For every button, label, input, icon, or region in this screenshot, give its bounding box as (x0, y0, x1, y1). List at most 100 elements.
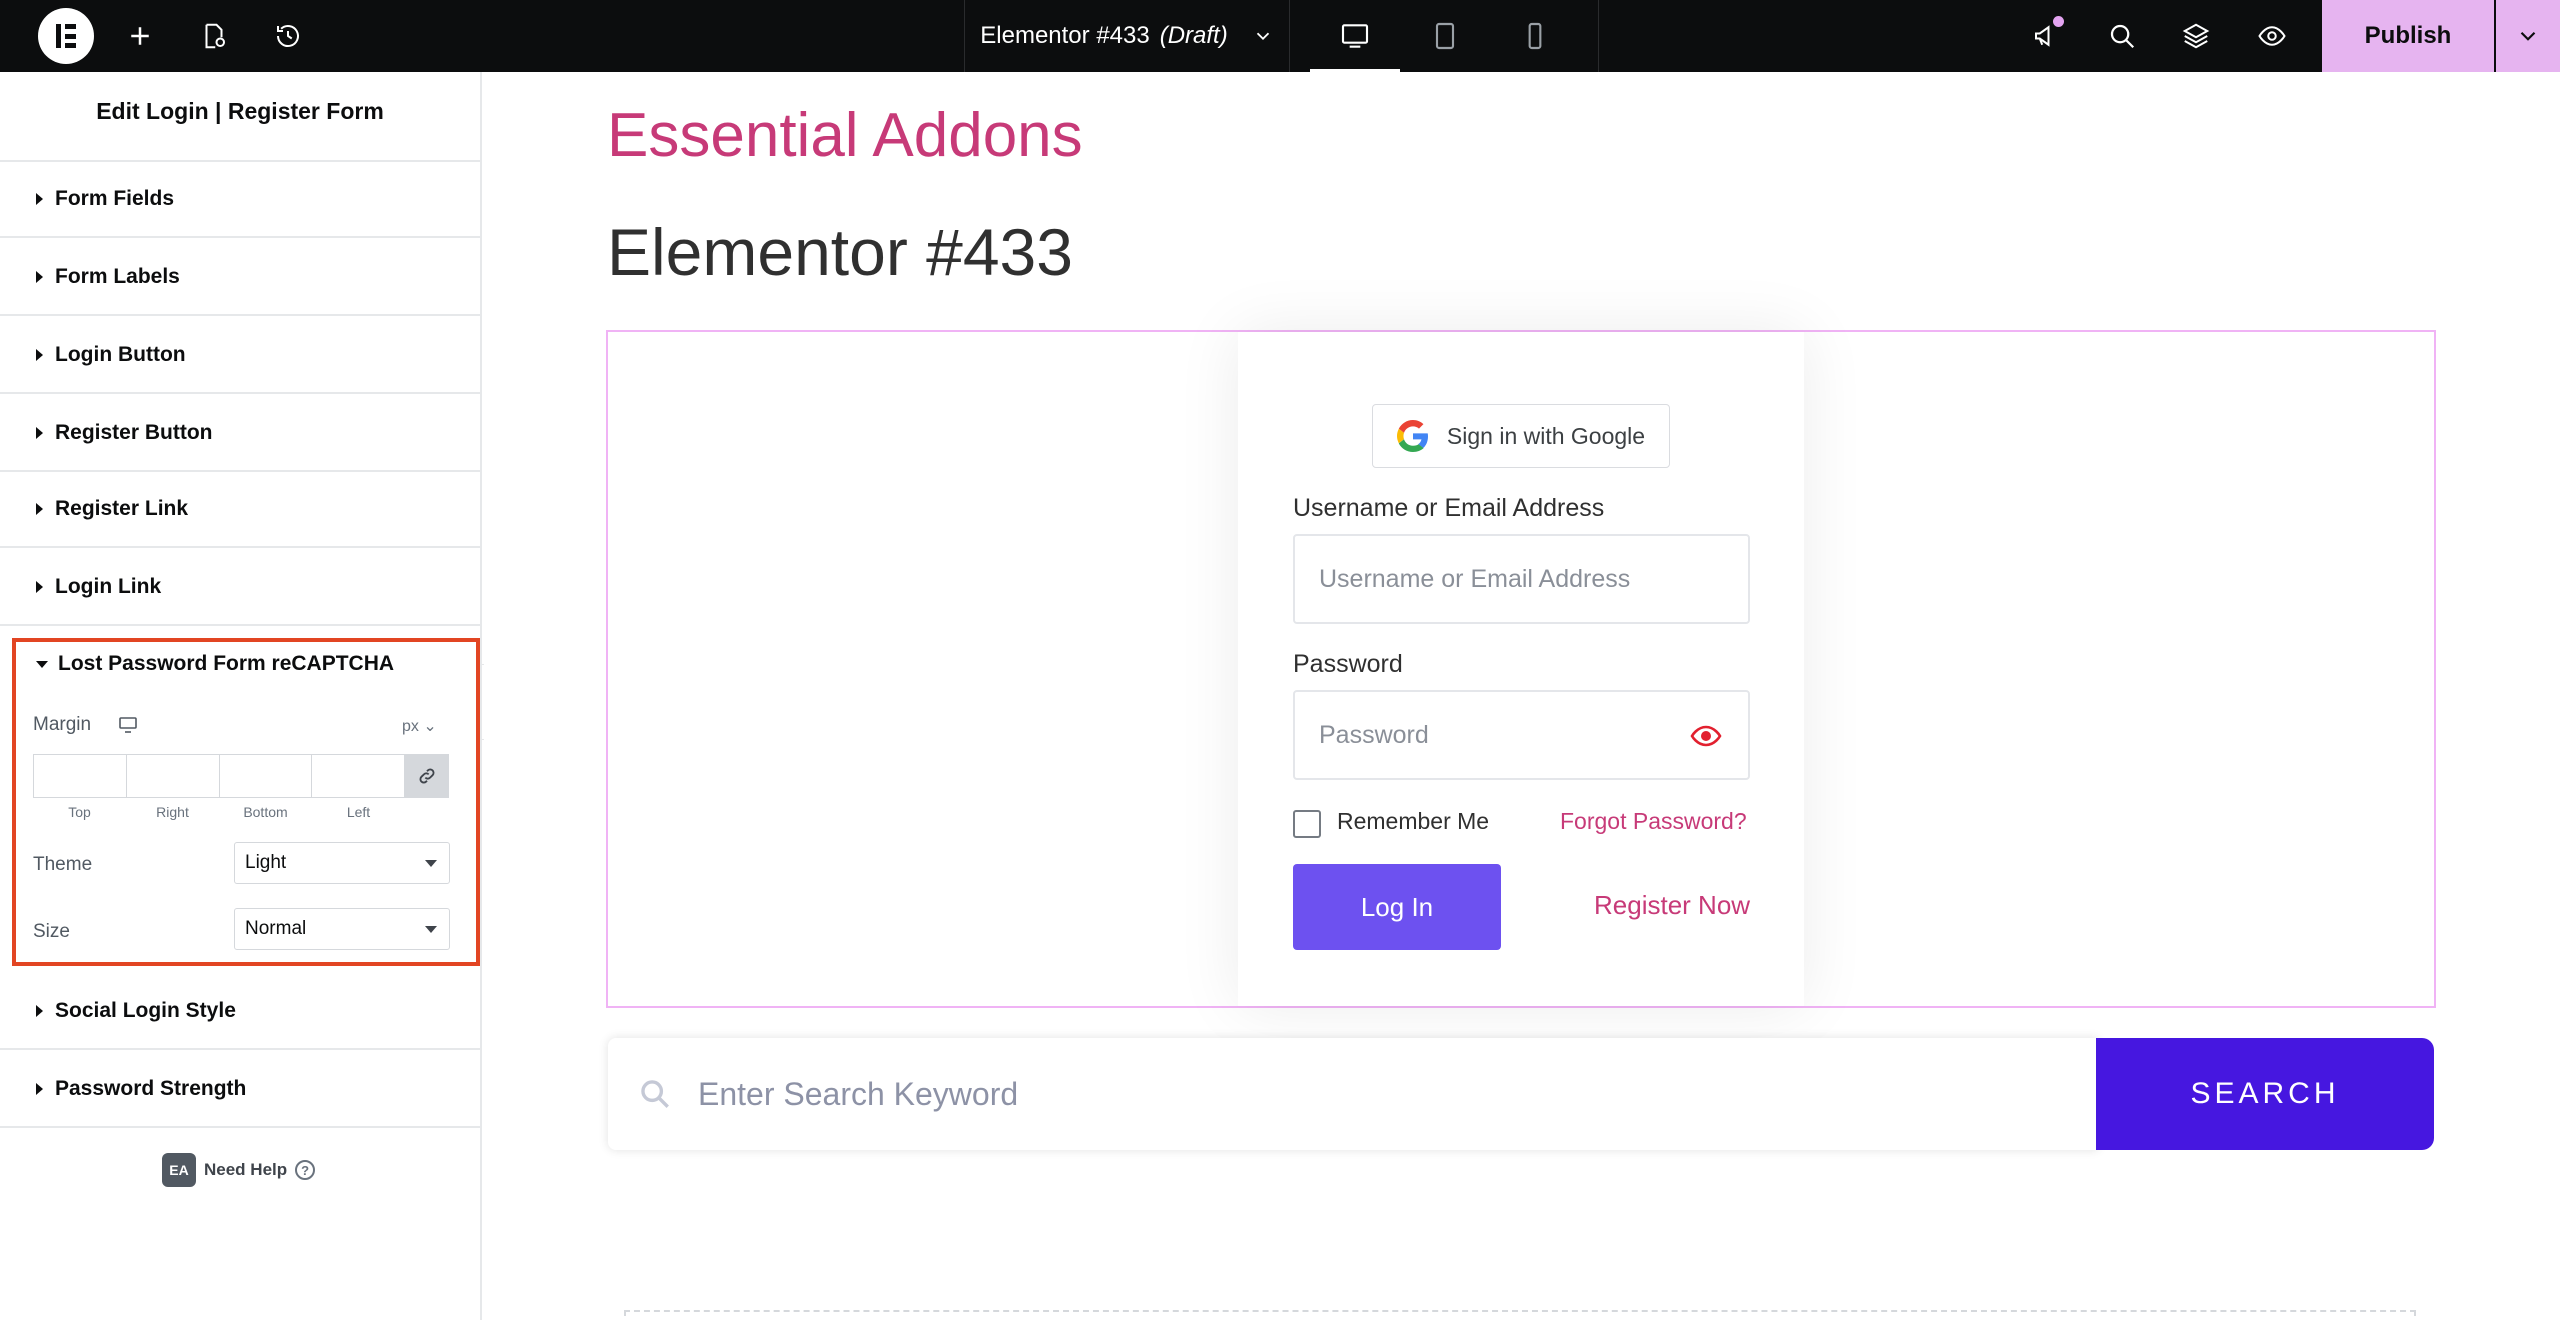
google-signin-label: Sign in with Google (1446, 422, 1646, 449)
register-now-link[interactable]: Register Now (1594, 890, 1750, 921)
password-placeholder: Password (1319, 720, 1429, 749)
password-label: Password (1293, 650, 1403, 678)
dim-label-top: Top (68, 804, 91, 820)
margin-label: Margin (33, 714, 92, 735)
need-help-label: Need Help (204, 1160, 288, 1179)
mobile-view-icon[interactable] (1490, 0, 1580, 72)
editor-panel: Edit Login | Register Form Form Fields F… (0, 72, 482, 1320)
desktop-view-icon[interactable] (1310, 0, 1400, 72)
publish-button[interactable]: Publish (2322, 0, 2494, 72)
forgot-password-link[interactable]: Forgot Password? (1560, 808, 1747, 835)
section-form-fields[interactable]: Form Fields (0, 162, 480, 238)
notifications-icon[interactable] (2028, 16, 2064, 54)
site-title[interactable]: Essential Addons (607, 100, 1083, 171)
caret-right-icon (36, 193, 43, 205)
margin-left-input[interactable] (312, 755, 404, 797)
section-header[interactable]: Lost Password Form reCAPTCHA (16, 642, 394, 686)
elementor-logo-icon[interactable] (38, 8, 94, 64)
size-select[interactable]: Normal (234, 908, 450, 950)
publish-options-button[interactable] (2496, 0, 2560, 72)
section-social-login-style[interactable]: Social Login Style (0, 974, 480, 1050)
section-register-link[interactable]: Register Link (0, 472, 480, 548)
section-label: Form Fields (55, 187, 175, 210)
document-status: (Draft) (1159, 22, 1228, 49)
section-label: Login Link (55, 575, 162, 598)
password-input[interactable]: Password (1293, 690, 1750, 780)
unit-selector[interactable]: px ⌄ (402, 716, 437, 736)
section-label: Social Login Style (55, 999, 236, 1022)
theme-select[interactable]: Light (234, 842, 450, 884)
section-label: Form Labels (55, 265, 180, 288)
responsive-desktop-icon[interactable] (118, 716, 138, 734)
top-bar: Elementor #433 (Draft) Publish (0, 0, 2560, 72)
need-help-link[interactable]: EA Need Help ? (162, 1152, 316, 1188)
search-button[interactable]: SEARCH (2096, 1038, 2434, 1150)
page-settings-icon[interactable] (196, 18, 232, 54)
panel-title: Edit Login | Register Form (96, 97, 384, 124)
section-register-button[interactable]: Register Button (0, 396, 480, 472)
divider (1598, 0, 1599, 72)
login-button[interactable]: Log In (1293, 864, 1501, 950)
chevron-down-icon (2520, 31, 2536, 41)
size-value: Normal (245, 918, 307, 939)
username-input[interactable]: Username or Email Address (1293, 534, 1750, 624)
caret-right-icon (36, 427, 43, 439)
margin-top-input[interactable] (34, 755, 127, 797)
margin-inputs (33, 754, 405, 798)
history-icon[interactable] (270, 18, 306, 54)
link-icon (419, 768, 435, 784)
caret-right-icon (36, 1005, 43, 1017)
add-element-icon[interactable] (122, 18, 158, 54)
link-values-button[interactable] (405, 754, 449, 798)
section-label: Password Strength (55, 1077, 247, 1100)
unit-value: px (402, 718, 419, 735)
caret-right-icon (36, 581, 43, 593)
caret-right-icon (36, 271, 43, 283)
essential-addons-logo-icon: EA (162, 1153, 196, 1187)
add-section-dropzone[interactable] (624, 1310, 2416, 1320)
tablet-view-icon[interactable] (1400, 0, 1490, 72)
caret-right-icon (36, 349, 43, 361)
username-label: Username or Email Address (1293, 494, 1605, 522)
search-input[interactable]: Enter Search Keyword (608, 1038, 2098, 1150)
search-icon[interactable] (2104, 18, 2140, 54)
section-lost-password-recaptcha: Lost Password Form reCAPTCHA Margin px ⌄… (12, 638, 480, 966)
margin-right-input[interactable] (127, 755, 220, 797)
document-name: Elementor #433 (980, 22, 1150, 49)
section-label: Register Link (55, 497, 189, 520)
section-login-link[interactable]: Login Link (0, 550, 480, 626)
search-widget: Enter Search Keyword SEARCH (608, 1038, 2434, 1150)
username-placeholder: Username or Email Address (1319, 564, 1631, 593)
section-label: Login Button (55, 343, 186, 366)
notification-dot (2053, 16, 2064, 27)
show-password-eye-icon[interactable] (1690, 724, 1722, 748)
dropdown-arrow-icon (425, 926, 437, 933)
theme-value: Light (245, 852, 287, 873)
document-title[interactable]: Elementor #433 (Draft) (964, 0, 1290, 72)
preview-eye-icon[interactable] (2254, 18, 2290, 54)
page-title: Elementor #433 (607, 215, 1073, 289)
google-signin-button[interactable]: Sign in with Google (1372, 404, 1670, 468)
margin-bottom-input[interactable] (220, 755, 313, 797)
search-placeholder: Enter Search Keyword (698, 1075, 1019, 1112)
search-icon (641, 1080, 669, 1108)
section-label: Lost Password Form reCAPTCHA (58, 652, 395, 675)
structure-layers-icon[interactable] (2178, 18, 2214, 54)
remember-me-label: Remember Me (1337, 808, 1490, 834)
dropdown-arrow-icon (425, 860, 437, 867)
caret-right-icon (36, 1083, 43, 1095)
section-login-button[interactable]: Login Button (0, 318, 480, 394)
remember-me-checkbox[interactable] (1293, 810, 1321, 838)
dim-label-bottom: Bottom (243, 804, 288, 820)
section-form-labels[interactable]: Form Labels (0, 240, 480, 316)
theme-label: Theme (33, 854, 93, 875)
size-label: Size (33, 921, 70, 942)
help-icon: ? (295, 1160, 316, 1180)
dim-label-left: Left (346, 804, 371, 820)
section-label: Register Button (55, 421, 213, 444)
section-password-strength[interactable]: Password Strength (0, 1052, 480, 1128)
google-icon (1396, 420, 1428, 452)
dim-label-right: Right (156, 804, 189, 820)
caret-down-icon (36, 660, 48, 668)
chevron-down-icon (1256, 32, 1269, 41)
